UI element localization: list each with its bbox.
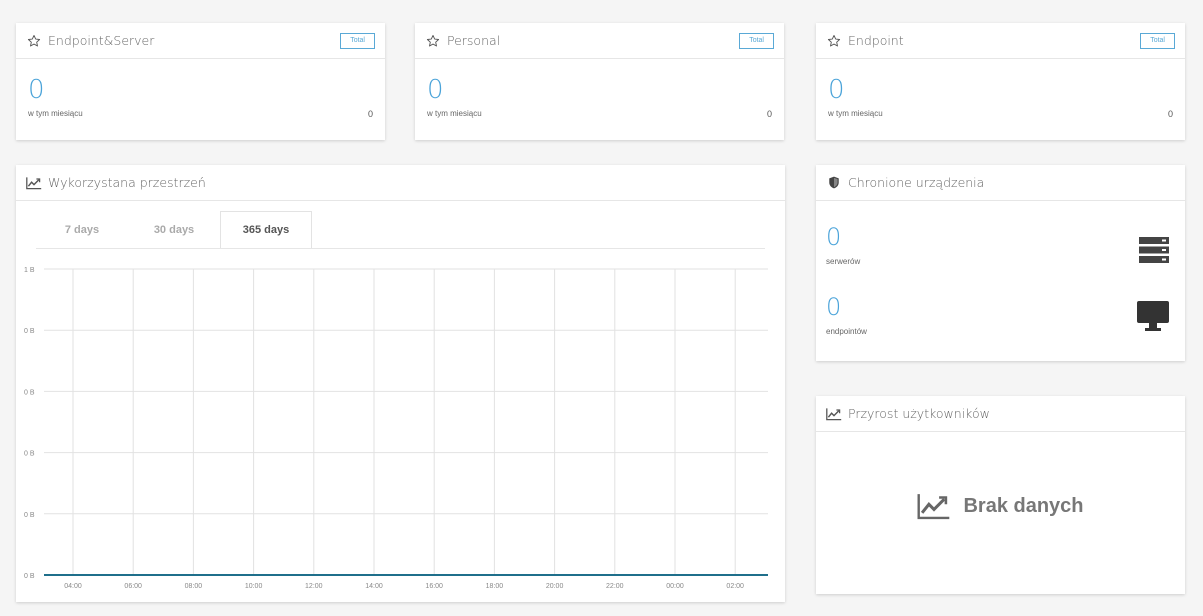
no-data-text: Brak danych: [963, 494, 1084, 517]
card-title: Personal: [447, 33, 501, 48]
card-title: Wykorzystana przestrzeń: [48, 175, 206, 190]
stat-month-value: 0: [367, 109, 373, 119]
card-header: Endpoint: [816, 23, 1185, 59]
y-tick-label: 0 B: [24, 389, 35, 396]
total-button[interactable]: Total: [1140, 33, 1175, 49]
stat-value: 0: [828, 75, 845, 105]
card-header: Wykorzystana przestrzeń: [16, 165, 785, 201]
stat-sub-label: w tym miesiącu: [427, 109, 482, 118]
x-tick-label: 00:00: [666, 583, 684, 590]
tabs-divider: [36, 248, 765, 249]
y-tick-label: 0 B: [24, 328, 35, 335]
stat-sub-label: w tym miesiącu: [828, 109, 883, 118]
x-tick-label: 12:00: [305, 583, 323, 590]
server-icon: [1139, 237, 1169, 268]
servers-count: 0: [826, 223, 842, 251]
x-tick-label: 02:00: [726, 583, 744, 590]
x-tick-label: 16:00: [425, 583, 443, 590]
card-header: Przyrost użytkowników: [816, 396, 1185, 432]
monitor-icon: [1137, 301, 1169, 336]
stat-sub-label: w tym miesiącu: [28, 109, 83, 118]
storage-usage-card: Wykorzystana przestrzeń 7 days 30 days 3…: [16, 165, 785, 602]
tab-7-days[interactable]: 7 days: [36, 211, 128, 248]
card-title: Przyrost użytkowników: [848, 406, 990, 421]
y-tick-label: 0 B: [24, 512, 35, 519]
card-title: Endpoint: [848, 33, 904, 48]
x-tick-label: 04:00: [64, 583, 82, 590]
stat-month-value: 0: [1167, 109, 1173, 119]
shield-icon: [826, 175, 842, 191]
tab-30-days[interactable]: 30 days: [128, 211, 220, 248]
stat-card-personal: Personal Total 0 w tym miesiącu 0: [415, 23, 784, 140]
x-tick-label: 08:00: [185, 583, 203, 590]
x-tick-label: 14:00: [365, 583, 383, 590]
x-tick-label: 18:00: [486, 583, 504, 590]
servers-label: serwerów: [826, 257, 861, 266]
star-icon: [425, 33, 441, 49]
y-tick-label: 0 B: [24, 451, 35, 458]
endpoints-count: 0: [826, 293, 842, 321]
card-header: Personal: [415, 23, 784, 59]
line-chart-icon: [26, 175, 42, 191]
line-chart-icon: [917, 494, 950, 520]
card-title: Endpoint&Server: [48, 33, 155, 48]
users-growth-card: Przyrost użytkowników Brak danych: [816, 396, 1185, 594]
x-tick-label: 22:00: [606, 583, 624, 590]
endpoints-label: endpointów: [826, 327, 867, 336]
no-data-message: Brak danych: [816, 492, 1185, 520]
y-tick-label: 1 B: [24, 267, 35, 274]
x-tick-label: 06:00: [124, 583, 142, 590]
stat-value: 0: [427, 75, 444, 105]
card-title: Chronione urządzenia: [848, 175, 985, 190]
protected-devices-card: Chronione urządzenia 0 serwerów 0 endpoi…: [816, 165, 1185, 361]
y-tick-label: 0 B: [24, 573, 35, 580]
total-button[interactable]: Total: [340, 33, 375, 49]
line-chart-icon: [826, 406, 842, 422]
card-header: Endpoint&Server: [16, 23, 385, 59]
card-header: Chronione urządzenia: [816, 165, 1185, 201]
stat-card-endpoint-server: Endpoint&Server Total 0 w tym miesiącu 0: [16, 23, 385, 140]
star-icon: [26, 33, 42, 49]
stat-month-value: 0: [766, 109, 772, 119]
x-tick-label: 10:00: [245, 583, 263, 590]
star-icon: [826, 33, 842, 49]
stat-value: 0: [28, 75, 45, 105]
range-tabs: 7 days 30 days 365 days: [36, 211, 312, 248]
stat-card-endpoint: Endpoint Total 0 w tym miesiącu 0: [816, 23, 1185, 140]
x-tick-label: 20:00: [546, 583, 564, 590]
total-button[interactable]: Total: [739, 33, 774, 49]
tab-365-days[interactable]: 365 days: [220, 211, 312, 248]
